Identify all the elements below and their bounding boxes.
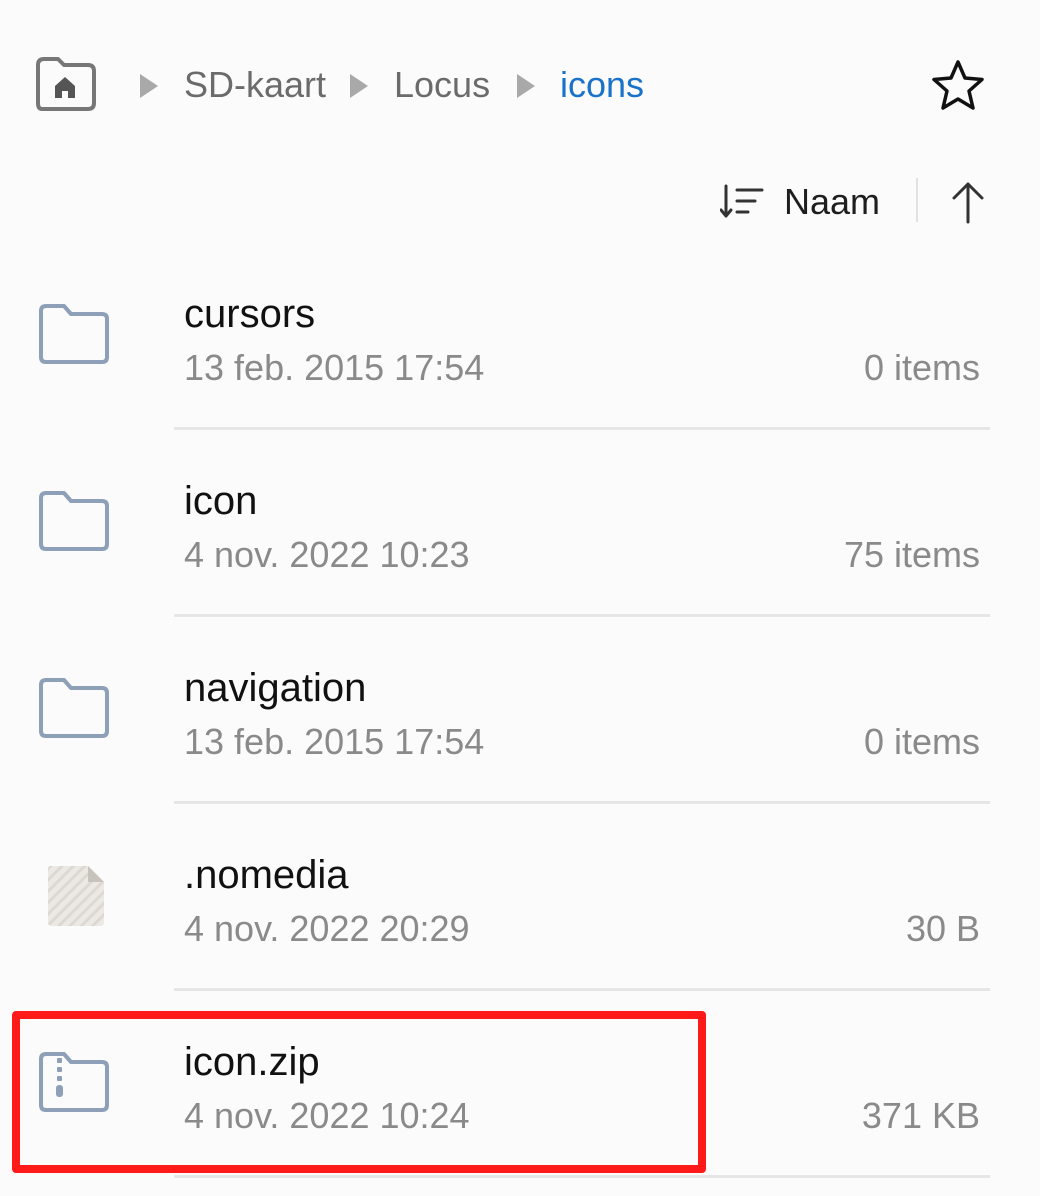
- star-outline-icon[interactable]: [928, 57, 988, 117]
- file-size: 371 KB: [861, 1095, 980, 1136]
- sort-label[interactable]: Naam: [784, 178, 880, 226]
- file-name: navigation: [184, 666, 367, 710]
- file-size: 0 items: [863, 347, 980, 388]
- file-date: 13 feb. 2015 17:54: [184, 347, 485, 388]
- list-item[interactable]: cursors 13 feb. 2015 17:54 0 items: [0, 243, 1040, 430]
- list-item[interactable]: icon.zip 4 nov. 2022 10:24 371 KB: [0, 991, 1040, 1178]
- triangle-right-icon: [348, 72, 370, 100]
- folder-icon: [32, 673, 116, 745]
- list-item[interactable]: icon 4 nov. 2022 10:23 75 items: [0, 430, 1040, 617]
- triangle-right-icon: [515, 72, 537, 100]
- divider: [174, 1175, 990, 1178]
- triangle-right-icon: [138, 72, 160, 100]
- breadcrumb: SD-kaart Locus icons: [0, 45, 1040, 125]
- folder-icon: [32, 299, 116, 371]
- file-size: 75 items: [843, 534, 980, 575]
- sort-divider: [916, 178, 918, 222]
- sort-lines-icon[interactable]: [719, 182, 766, 222]
- file-name: .nomedia: [184, 853, 349, 897]
- file-date: 4 nov. 2022 10:24: [184, 1095, 470, 1136]
- file-name: cursors: [184, 292, 316, 336]
- sort-bar: Naam: [0, 170, 1040, 234]
- breadcrumb-item-locus[interactable]: Locus: [394, 61, 490, 109]
- file-size: 0 items: [863, 721, 980, 762]
- file-date: 13 feb. 2015 17:54: [184, 721, 485, 762]
- file-date: 4 nov. 2022 10:23: [184, 534, 470, 575]
- file-name: icon.zip: [184, 1040, 320, 1084]
- file-name: icon: [184, 479, 258, 523]
- zip-archive-icon: [32, 1047, 116, 1119]
- file-list: cursors 13 feb. 2015 17:54 0 items icon …: [0, 243, 1040, 1178]
- file-date: 4 nov. 2022 20:29: [184, 908, 470, 949]
- arrow-up-icon[interactable]: [946, 178, 990, 224]
- folder-icon: [32, 486, 116, 558]
- file-size: 30 B: [905, 908, 980, 949]
- list-item[interactable]: navigation 13 feb. 2015 17:54 0 items: [0, 617, 1040, 804]
- home-folder-icon[interactable]: [32, 55, 98, 113]
- generic-file-icon: [32, 860, 116, 932]
- file-manager-screen: SD-kaart Locus icons Naam cursors 13 feb…: [0, 0, 1040, 1196]
- breadcrumb-item-sd-kaart[interactable]: SD-kaart: [184, 61, 326, 109]
- breadcrumb-item-icons[interactable]: icons: [560, 61, 644, 109]
- list-item[interactable]: .nomedia 4 nov. 2022 20:29 30 B: [0, 804, 1040, 991]
